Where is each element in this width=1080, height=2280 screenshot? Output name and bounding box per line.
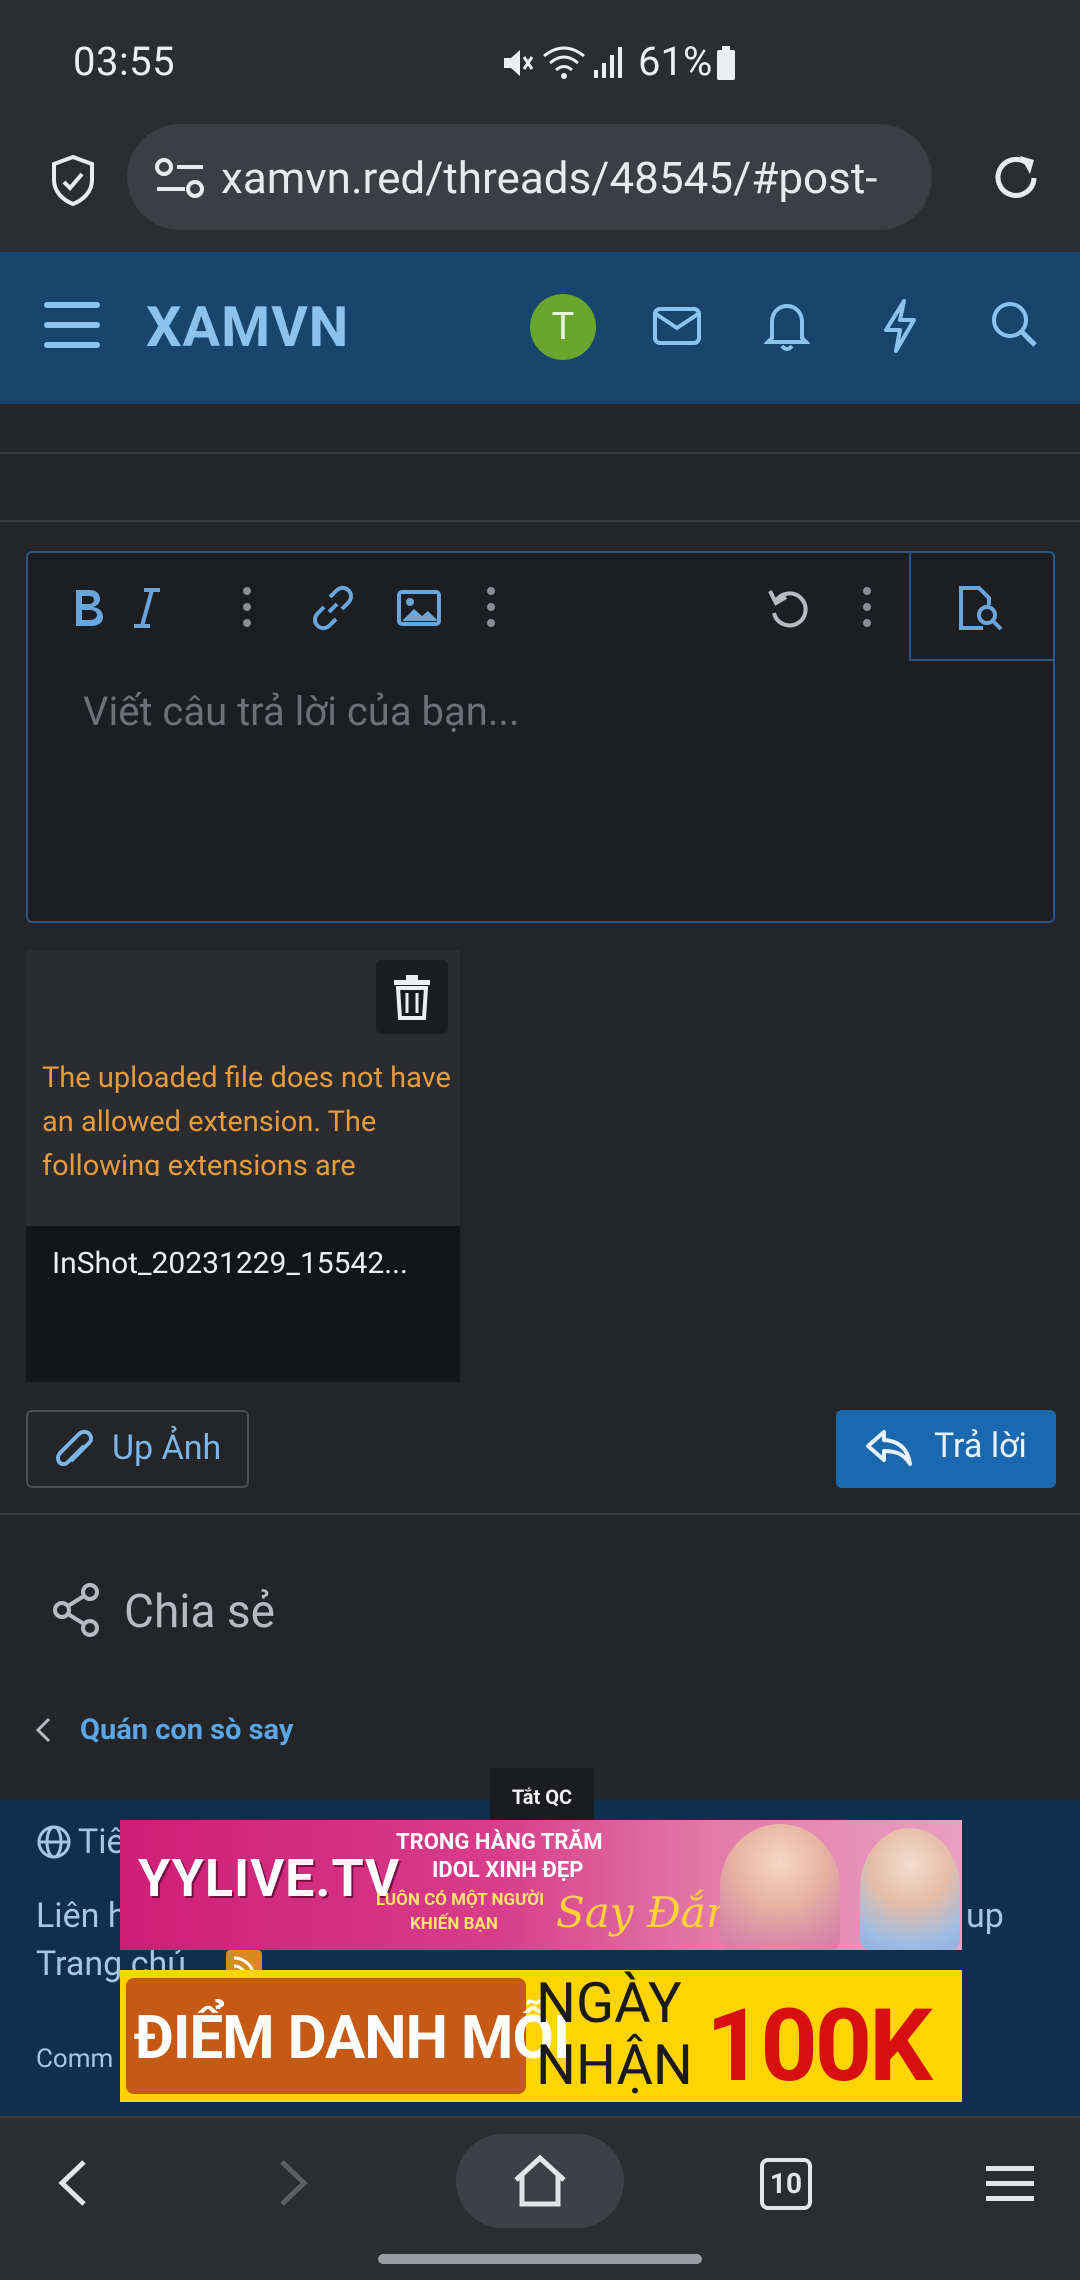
chevron-left-icon[interactable] — [34, 1716, 52, 1744]
share-label[interactable]: Chia sẻ — [124, 1585, 275, 1639]
mute-icon — [504, 50, 534, 76]
ad-model-image — [860, 1828, 960, 1950]
breadcrumb-forum-link[interactable]: Quán con sò say — [80, 1713, 293, 1747]
language-chooser[interactable]: Tiê — [78, 1822, 125, 1862]
reply-button[interactable]: Trả lời — [836, 1410, 1056, 1488]
status-bar: 03:55 61% — [0, 0, 1080, 120]
ad-text: NHẬN — [536, 2032, 693, 2098]
site-settings-icon[interactable] — [155, 158, 205, 198]
bold-icon[interactable] — [72, 587, 106, 629]
browser-menu-icon[interactable] — [986, 2164, 1034, 2204]
close-ads-button[interactable]: Tắt QC — [490, 1768, 594, 1826]
ad-text: ĐIỂM DANH MỖI — [134, 2002, 570, 2073]
bell-icon[interactable] — [764, 300, 810, 352]
delete-attachment-button[interactable] — [376, 960, 448, 1034]
more-vertical-icon[interactable] — [486, 585, 496, 629]
search-icon[interactable] — [990, 300, 1038, 348]
url-text[interactable]: xamvn.red/threads/48545/#post- — [221, 152, 877, 204]
home-button[interactable] — [456, 2134, 624, 2228]
footer-community-text: Comm — [36, 2044, 114, 2074]
browser-toolbar: xamvn.red/threads/48545/#post- — [0, 120, 1080, 252]
link-icon[interactable] — [310, 585, 356, 631]
ad-banner-checkin[interactable]: ĐIỂM DANH MỖI NGÀY NHẬN 100K — [120, 1970, 962, 2102]
upload-error-message: The uploaded file does not have an allow… — [42, 1061, 451, 1176]
avatar[interactable]: T — [530, 294, 596, 360]
browser-nav-bar: 10 — [0, 2116, 1080, 2280]
upload-image-label: Up Ảnh — [112, 1428, 222, 1468]
editor-placeholder[interactable]: Viết câu trả lời của bạn... — [83, 688, 519, 735]
undo-icon[interactable] — [766, 585, 812, 631]
ad-model-image — [720, 1824, 840, 1950]
ad-text: 100K — [706, 1988, 933, 2102]
ad-text: IDOL XINH ĐẸP — [432, 1858, 584, 1883]
site-header: XAMVN T — [0, 252, 1080, 404]
url-bar[interactable]: xamvn.red/threads/48545/#post- — [127, 124, 932, 230]
image-icon[interactable] — [396, 589, 442, 627]
battery-icon — [717, 46, 735, 80]
home-icon[interactable] — [512, 2154, 568, 2208]
divider — [0, 1513, 1080, 1515]
reply-label: Trả lời — [934, 1426, 1027, 1466]
ad-banner-yylive[interactable]: YYLIVE.TV TRONG HÀNG TRĂM IDOL XINH ĐẸP … — [120, 1820, 962, 1950]
footer-link[interactable]: up — [966, 1896, 1004, 1936]
wifi-icon — [543, 46, 585, 79]
preview-icon[interactable] — [957, 585, 1005, 631]
more-vertical-icon[interactable] — [242, 585, 252, 629]
ad-label-box: ĐIỂM DANH MỖI — [126, 1978, 570, 2094]
battery-percent: 61% — [638, 38, 713, 85]
ad-text: LUÔN CÓ MỘT NGƯỜI — [376, 1890, 545, 1910]
globe-icon — [37, 1825, 71, 1859]
preview-toggle[interactable] — [909, 551, 1055, 661]
paperclip-icon — [55, 1429, 94, 1467]
share-icon[interactable] — [52, 1582, 100, 1638]
attachment-filename: InShot_20231229_15542... — [52, 1246, 408, 1281]
back-icon[interactable] — [54, 2158, 90, 2208]
mail-icon[interactable] — [652, 306, 702, 346]
shield-icon[interactable] — [50, 154, 96, 206]
attachment-filename-bar: InShot_20231229_15542... — [26, 1226, 460, 1382]
reply-icon — [866, 1430, 912, 1466]
status-time: 03:55 — [73, 38, 176, 85]
ad-text: KHIẾN BẠN — [410, 1914, 498, 1934]
reply-editor[interactable]: Viết câu trả lời của bạn... — [26, 551, 1055, 923]
ad-text: NGÀY — [536, 1970, 682, 2036]
trash-icon[interactable] — [392, 974, 432, 1020]
divider — [0, 452, 1080, 454]
bolt-icon[interactable] — [880, 298, 920, 354]
italic-icon[interactable] — [132, 587, 162, 629]
attachment-card: The uploaded file does not have an allow… — [26, 950, 460, 1382]
footer-contact-link[interactable]: Liên h — [36, 1896, 127, 1936]
ad-text: Say Đắm — [556, 1888, 746, 1937]
upload-image-button[interactable]: Up Ảnh — [26, 1410, 249, 1488]
menu-icon[interactable] — [44, 300, 100, 350]
ad-brand: YYLIVE.TV — [138, 1848, 401, 1909]
site-logo[interactable]: XAMVN — [146, 294, 349, 360]
ad-text: TRONG HÀNG TRĂM — [396, 1830, 603, 1855]
signal-icon — [594, 47, 622, 78]
divider — [0, 520, 1080, 522]
tabs-button[interactable]: 10 — [760, 2158, 812, 2210]
gesture-bar[interactable] — [378, 2254, 702, 2264]
forward-icon[interactable] — [276, 2158, 312, 2208]
more-vertical-icon[interactable] — [862, 585, 872, 629]
reload-icon[interactable] — [990, 152, 1042, 204]
